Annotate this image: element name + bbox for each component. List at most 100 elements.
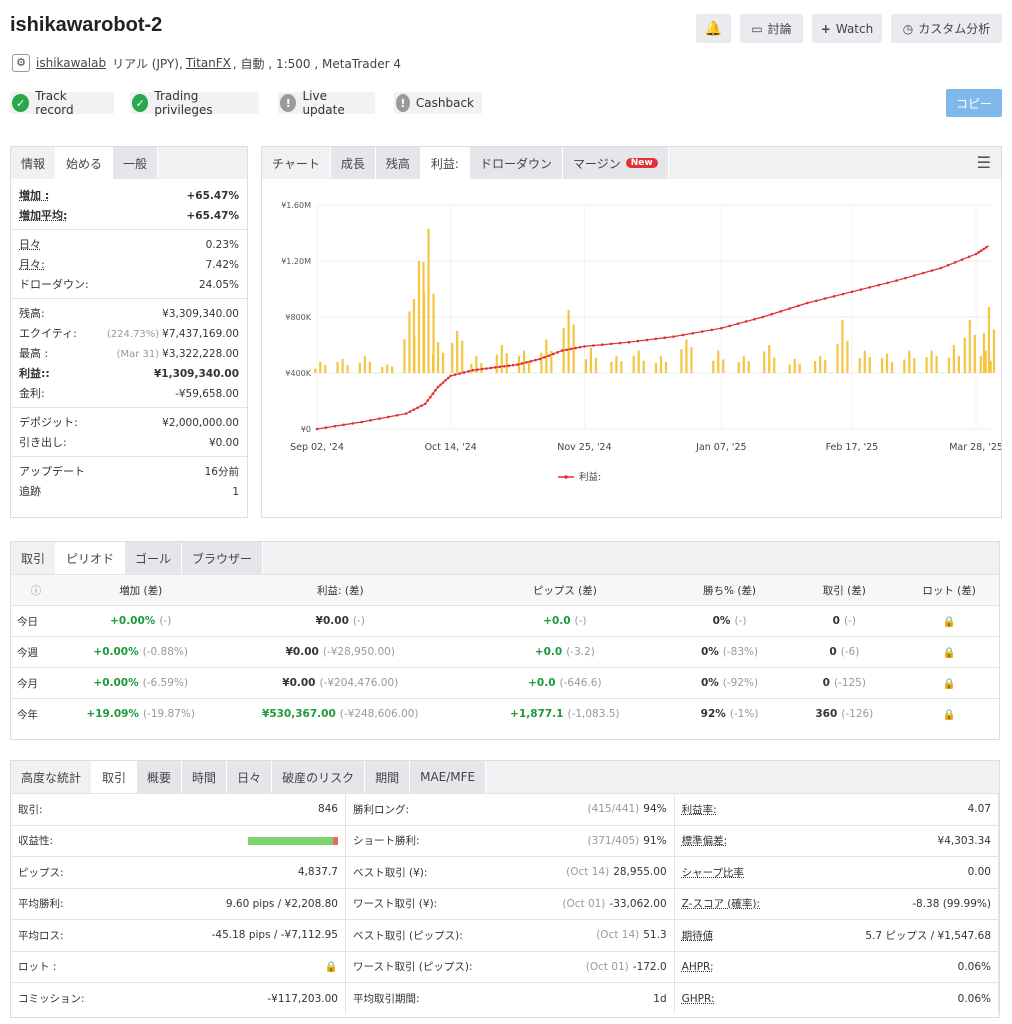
bar <box>336 362 339 373</box>
period-header: 増加 (差) <box>60 574 221 606</box>
stats-number: 0.00 <box>967 866 991 879</box>
period-diff: (-) <box>159 615 172 627</box>
discuss-button[interactable]: ▭ 討論 <box>740 14 803 43</box>
line-point <box>534 358 537 362</box>
custom-analysis-button[interactable]: ◷ カスタム分析 <box>891 14 1002 43</box>
info-value: ¥7,437,169.00 <box>162 327 239 340</box>
stats-tab-3[interactable]: 時間 <box>182 761 228 793</box>
x-tick-label: Sep 02, '24 <box>290 442 344 453</box>
chart-tab-0[interactable]: チャート <box>262 147 331 179</box>
period-header: 取引 (差) <box>789 574 900 606</box>
chart-tab-1[interactable]: 成長 <box>330 147 376 179</box>
period-label: 今年 <box>11 698 61 730</box>
period-tab-1[interactable]: ピリオド <box>56 542 126 574</box>
stats-tab-5[interactable]: 破産のリスク <box>272 761 366 793</box>
stats-tab-7[interactable]: MAE/MFE <box>410 761 487 793</box>
notify-button[interactable]: 🔔 <box>696 14 731 43</box>
chart-tab-label: マージン <box>572 156 621 171</box>
bar <box>451 342 454 373</box>
period-header-row: ⓘ 増加 (差) 利益: (差) ピップス (差) 勝ち% (差) 取引 (差) ロット (… <box>11 574 999 606</box>
stats-tab-4[interactable]: 日々 <box>227 761 273 793</box>
settings-sliders-icon[interactable]: ☰ <box>977 153 991 172</box>
stats-label: 平均ロス: <box>11 919 92 951</box>
stats-label: コミッション: <box>11 982 92 1014</box>
info-label: 残高: <box>19 307 45 320</box>
line-point <box>982 247 986 251</box>
line-point <box>404 412 408 415</box>
chart-tab-3[interactable]: 利益: <box>420 147 470 179</box>
bar <box>358 362 361 373</box>
period-diff: (-125) <box>833 677 866 689</box>
info-tab-0[interactable]: 情報 <box>11 147 57 179</box>
status-badge-cashback[interactable]: ! Cashback <box>394 92 482 114</box>
bar <box>346 365 349 373</box>
period-value: ¥0.00 <box>315 615 349 627</box>
watch-button[interactable]: + Watch <box>812 14 882 43</box>
divider <box>11 407 247 408</box>
line-point <box>744 320 748 323</box>
line-point <box>921 271 925 275</box>
user-link[interactable]: ishikawalab <box>36 56 106 70</box>
status-badge-live-update[interactable]: ! Live update <box>278 89 375 117</box>
bar <box>654 362 658 373</box>
broker-link[interactable]: TitanFX <box>186 56 231 70</box>
info-tab-2[interactable]: 一般 <box>113 147 159 179</box>
period-diff: (-¥28,950.00) <box>322 646 395 658</box>
stats-tab-1[interactable]: 取引 <box>92 761 138 793</box>
line-point <box>832 294 836 298</box>
period-diff: (-0.88%) <box>142 646 188 658</box>
stats-value: (Oct 01) -33,062.00 <box>479 887 675 920</box>
stats-note: (Oct 14) <box>566 866 610 879</box>
status-badge-trading-privileges[interactable]: ✓ Trading privileges <box>130 89 259 117</box>
chart-tab-5[interactable]: マージン New <box>562 147 669 179</box>
info-icon[interactable]: ⓘ <box>11 574 61 606</box>
stats-value: ¥4,303.34 <box>842 824 999 857</box>
stats-tab-6[interactable]: 期間 <box>365 761 411 793</box>
period-value: +19.09% <box>86 708 139 721</box>
info-row: 最高 : (Mar 31) ¥3,322,228.00 <box>11 343 247 363</box>
bar <box>773 357 776 373</box>
info-value-wrap: 7.42% <box>206 258 239 271</box>
bar <box>637 350 640 373</box>
bar <box>973 334 976 373</box>
stats-panel: 高度な統計 取引 概要 時間 日々 破産のリスク 期間 MAE/MFE 取引: 846 勝利ロング… <box>10 760 1000 1018</box>
bar <box>737 361 740 373</box>
period-cell: +0.00% (-6.59%) <box>60 667 221 699</box>
y-tick-label: ¥800K <box>285 313 311 322</box>
lock-icon: 🔒 <box>324 961 338 974</box>
bar <box>814 360 817 373</box>
bar <box>642 360 645 373</box>
stats-number: 28,955.00 <box>613 866 667 879</box>
bar <box>615 356 618 373</box>
line-point <box>841 292 845 296</box>
copy-button[interactable]: コピー <box>946 89 1002 117</box>
info-value: 16分前 <box>204 465 239 478</box>
stats-tab-0[interactable]: 高度な統計 <box>11 761 93 793</box>
info-tab-1[interactable]: 始める <box>56 147 114 179</box>
line-point <box>895 279 898 282</box>
period-tab-0[interactable]: 取引 <box>11 542 57 574</box>
bar <box>422 261 425 373</box>
bar <box>858 358 861 373</box>
chart-tab-2[interactable]: 残高 <box>375 147 421 179</box>
stats-number: 94% <box>643 803 667 816</box>
period-tab-2[interactable]: ゴール <box>125 542 183 574</box>
bar <box>742 356 745 373</box>
line-point <box>444 378 447 382</box>
legend-marker <box>564 475 568 479</box>
badge-label: Live update <box>302 89 345 117</box>
line-point <box>439 383 442 387</box>
bar <box>885 353 889 373</box>
info-tabs: 情報 始める 一般 <box>11 147 247 179</box>
line-point <box>930 269 934 272</box>
period-diff: (-¥204,476.00) <box>319 677 399 689</box>
period-tab-3[interactable]: ブラウザー <box>182 542 264 574</box>
stats-tab-2[interactable]: 概要 <box>137 761 183 793</box>
info-row: エクイティ: (224.73%) ¥7,437,169.00 <box>11 323 247 343</box>
period-value: +0.00% <box>93 646 139 658</box>
stats-value: 0.00 <box>842 856 999 888</box>
period-diff: (-) <box>843 615 856 627</box>
chart-tab-4[interactable]: ドローダウン <box>469 147 563 179</box>
status-badge-track-record[interactable]: ✓ Track record <box>10 89 114 117</box>
bar <box>987 307 991 373</box>
